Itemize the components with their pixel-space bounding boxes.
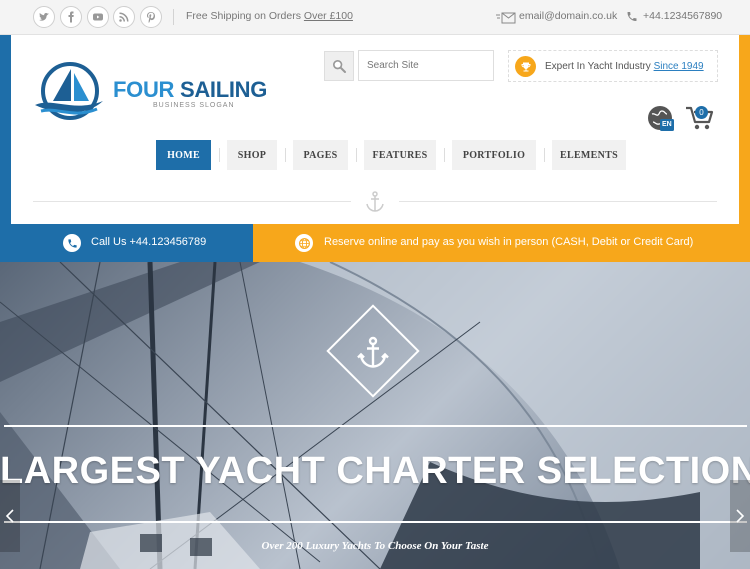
- cart-count-badge: 0: [695, 106, 708, 119]
- shipping-link[interactable]: Over £100: [304, 10, 353, 22]
- headline-bottom-rule: [4, 521, 747, 523]
- twitter-icon[interactable]: [33, 6, 55, 28]
- phone-icon: [626, 10, 638, 23]
- mail-icon: [496, 11, 516, 24]
- divider-left: [33, 201, 351, 202]
- hero-headline: LARGEST YACHT CHARTER SELECTION: [0, 450, 750, 492]
- nav-shop[interactable]: SHOP: [227, 140, 277, 170]
- email-link[interactable]: email@domain.co.uk: [519, 10, 617, 22]
- brand-name: FOUR SAILING: [113, 77, 267, 103]
- left-edge-accent: [0, 35, 11, 225]
- search-icon: [333, 60, 346, 73]
- globe-icon: [648, 106, 674, 131]
- hero-slider: LARGEST YACHT CHARTER SELECTION Over 200…: [0, 262, 750, 569]
- phone-call-icon: [63, 234, 81, 252]
- call-bar: Call Us +44.123456789: [0, 224, 253, 262]
- expert-box: Expert In Yacht Industry Since 1949: [508, 50, 718, 82]
- rss-icon[interactable]: [113, 6, 135, 28]
- hero-subline: Over 200 Luxury Yachts To Choose On Your…: [261, 540, 489, 552]
- trophy-icon: [515, 56, 536, 77]
- expert-label: Expert In Yacht Industry: [545, 61, 651, 72]
- shipping-text: Free Shipping on Orders Over £100: [186, 10, 353, 22]
- search-input[interactable]: [358, 50, 494, 81]
- language-code: EN: [662, 121, 672, 128]
- hero-anchor-icon: [355, 335, 391, 371]
- nav-pages[interactable]: PAGES: [293, 140, 348, 170]
- reserve-text: Reserve online and pay as you wish in pe…: [324, 236, 694, 248]
- nav-home[interactable]: HOME: [156, 140, 211, 170]
- brand-part-1: FOUR: [113, 77, 175, 102]
- chevron-left-icon: [5, 509, 14, 523]
- header-panel: FOUR SAILING BUSINESS SLOGAN Expert In Y…: [11, 35, 739, 224]
- reserve-bar: Reserve online and pay as you wish in pe…: [253, 224, 750, 262]
- slider-prev-button[interactable]: [0, 480, 20, 552]
- divider-right: [399, 201, 717, 202]
- right-edge-accent: [739, 35, 750, 225]
- pinterest-icon[interactable]: [140, 6, 162, 28]
- nav-portfolio[interactable]: PORTFOLIO: [452, 140, 536, 170]
- brand-slogan: BUSINESS SLOGAN: [153, 102, 235, 109]
- nav-elements[interactable]: ELEMENTS: [552, 140, 626, 170]
- youtube-icon[interactable]: [87, 6, 109, 28]
- expert-text: Expert In Yacht Industry Since 1949: [545, 61, 704, 72]
- shipping-label: Free Shipping on Orders: [186, 10, 301, 22]
- headline-top-rule: [4, 425, 747, 427]
- facebook-icon[interactable]: [60, 6, 82, 28]
- brand-part-2: SAILING: [179, 77, 268, 102]
- top-bar: Free Shipping on Orders Over £100 email@…: [0, 0, 750, 35]
- nav-features[interactable]: FEATURES: [364, 140, 436, 170]
- phone-number: +44.1234567890: [643, 10, 723, 22]
- search-button[interactable]: [324, 51, 354, 81]
- slider-next-button[interactable]: [730, 480, 750, 552]
- expert-link[interactable]: Since 1949: [654, 61, 704, 72]
- language-switcher[interactable]: EN: [647, 105, 675, 133]
- anchor-icon: [363, 190, 387, 214]
- globe-payment-icon: [295, 234, 313, 252]
- logo-icon[interactable]: [33, 61, 105, 123]
- call-text[interactable]: Call Us +44.123456789: [91, 236, 206, 248]
- chevron-right-icon: [736, 509, 745, 523]
